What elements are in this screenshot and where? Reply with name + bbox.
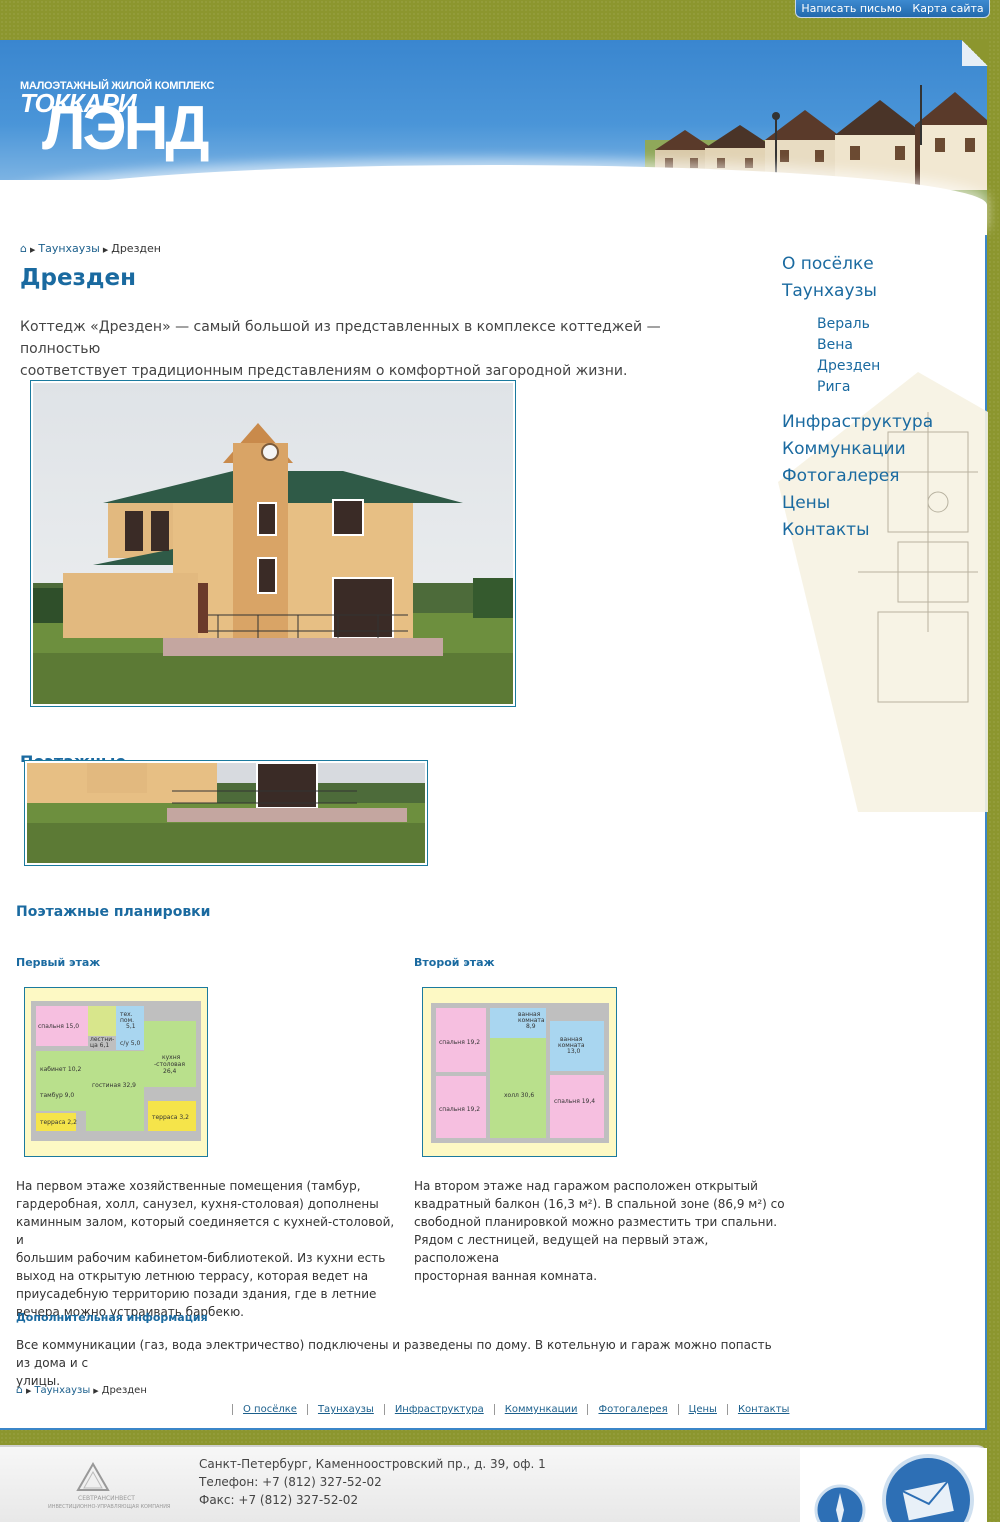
logo-line-2: ЛЭНД	[42, 94, 210, 163]
nav-sub-vena[interactable]: Вена	[817, 337, 853, 353]
house-photo-cropped	[24, 760, 428, 866]
bottom-nav-communications[interactable]: Коммункации	[493, 1404, 588, 1415]
svg-text:-столовая: -столовая	[154, 1061, 185, 1068]
svg-text:терраса 3,2: терраса 3,2	[152, 1114, 189, 1121]
svg-text:холл 30,6: холл 30,6	[504, 1092, 534, 1099]
footer-address-line: Санкт-Петербург, Каменноостровский пр., …	[199, 1457, 546, 1471]
svg-text:с/у 5,0: с/у 5,0	[120, 1040, 141, 1047]
nav-communications[interactable]: Коммункации	[782, 439, 906, 459]
sitemap-link[interactable]: Карта сайта	[912, 2, 983, 15]
top-links: Написать письмо Карта сайта	[795, 0, 990, 18]
svg-text:26,4: 26,4	[163, 1068, 177, 1075]
svg-text:гостиная 32,9: гостиная 32,9	[92, 1082, 136, 1089]
plans-heading: Поэтажные планировки	[16, 904, 211, 920]
svg-text:спальня 19,4: спальня 19,4	[554, 1098, 595, 1105]
svg-text:ИНВЕСТИЦИОННО-УПРАВЛЯЮЩАЯ КОМП: ИНВЕСТИЦИОННО-УПРАВЛЯЮЩАЯ КОМПАНИЯ	[48, 1504, 170, 1510]
header-curve	[0, 165, 987, 235]
home-icon[interactable]: ⌂	[16, 1383, 23, 1396]
house-photo	[30, 380, 516, 707]
footer-contacts: Санкт-Петербург, Каменноостровский пр., …	[199, 1455, 546, 1509]
page-title: Дрезден	[20, 265, 136, 291]
footer-phone: Телефон: +7 (812) 327-52-02	[199, 1475, 382, 1489]
nav-infrastructure[interactable]: Инфраструктура	[782, 412, 933, 432]
bottom-nav-contacts[interactable]: Контакты	[726, 1404, 799, 1415]
bottom-nav-gallery[interactable]: Фотогалерея	[587, 1404, 677, 1415]
nav-sub-veral[interactable]: Вераль	[817, 316, 870, 332]
nav-about[interactable]: О посёлке	[782, 254, 874, 274]
company-logo: СЕВТРАНСИНВЕСТ ИНВЕСТИЦИОННО-УПРАВЛЯЮЩАЯ…	[48, 1462, 170, 1510]
footer-fax: Факс: +7 (812) 327-52-02	[199, 1493, 359, 1507]
breadcrumb-bottom: ⌂ ▶ Таунхаузы ▶ Дрезден	[16, 1383, 147, 1396]
breadcrumb: ⌂ ▶ Таунхаузы ▶ Дрезден	[20, 242, 161, 255]
breadcrumb-current: Дрезден	[101, 1385, 147, 1396]
nav-gallery[interactable]: Фотогалерея	[782, 466, 900, 486]
bottom-nav-prices[interactable]: Цены	[677, 1404, 727, 1415]
intro-text: Коттедж «Дрезден» — самый большой из пре…	[20, 319, 661, 379]
svg-text:спальня 15,0: спальня 15,0	[38, 1023, 79, 1030]
chevron-right-icon: ▶	[29, 246, 36, 254]
floor1-label: Первый этаж	[16, 956, 101, 969]
floor2-label: Второй этаж	[414, 956, 495, 969]
bottom-nav-infrastructure[interactable]: Инфраструктура	[383, 1404, 494, 1415]
svg-text:спальня 19,2: спальня 19,2	[439, 1039, 480, 1046]
svg-text:СЕВТРАНСИНВЕСТ: СЕВТРАНСИНВЕСТ	[78, 1495, 135, 1502]
bottom-nav-about[interactable]: О посёлке	[232, 1404, 307, 1415]
extra-info-text: Все коммуникации (газ, вода электричеств…	[16, 1338, 772, 1388]
svg-text:кухня: кухня	[162, 1054, 181, 1061]
footer-icons	[800, 1448, 987, 1522]
chevron-right-icon: ▶	[102, 246, 109, 254]
svg-text:8,9: 8,9	[526, 1023, 536, 1030]
svg-text:13,0: 13,0	[567, 1048, 581, 1055]
floor2-description: На втором этаже над гаражом расположен о…	[414, 1179, 785, 1283]
nav-prices[interactable]: Цены	[782, 493, 830, 513]
breadcrumb-current: Дрезден	[111, 242, 161, 255]
svg-text:терраса 2,2: терраса 2,2	[40, 1119, 77, 1126]
chevron-right-icon: ▶	[93, 1387, 99, 1395]
breadcrumb-parent-link[interactable]: Таунхаузы	[34, 1385, 90, 1396]
nav-townhouses[interactable]: Таунхаузы	[782, 281, 877, 301]
extra-info-heading: Дополнительная информация	[16, 1311, 208, 1324]
write-letter-link[interactable]: Написать письмо	[801, 2, 901, 15]
nav-sub-riga[interactable]: Рига	[817, 379, 850, 395]
nav-sub-dresden[interactable]: Дрезден	[817, 358, 880, 374]
floor2-plan[interactable]: спальня 19,2 ванная комната 8,9 ванная к…	[422, 987, 617, 1157]
page-curl	[962, 40, 988, 66]
chevron-right-icon: ▶	[25, 1387, 32, 1395]
bottom-nav: О посёлке Таунхаузы Инфраструктура Комму…	[232, 1404, 799, 1415]
home-icon[interactable]: ⌂	[20, 242, 27, 255]
floor1-plan[interactable]: спальня 15,0 тех. пом. 5,1 лестни- ца 6,…	[24, 987, 208, 1157]
svg-text:тамбур 9,0: тамбур 9,0	[40, 1092, 74, 1099]
nav-contacts[interactable]: Контакты	[782, 520, 870, 540]
svg-text:ца 6,1: ца 6,1	[90, 1042, 109, 1049]
floor1-description: На первом этаже хозяйственные помещения …	[16, 1179, 395, 1319]
breadcrumb-parent-link[interactable]: Таунхаузы	[38, 242, 99, 255]
svg-text:кабинет 10,2: кабинет 10,2	[40, 1066, 81, 1073]
svg-text:5,1: 5,1	[126, 1023, 136, 1030]
svg-text:спальня 19,2: спальня 19,2	[439, 1106, 480, 1113]
blueprint-decoration	[778, 372, 988, 812]
bottom-nav-townhouses[interactable]: Таунхаузы	[306, 1404, 384, 1415]
